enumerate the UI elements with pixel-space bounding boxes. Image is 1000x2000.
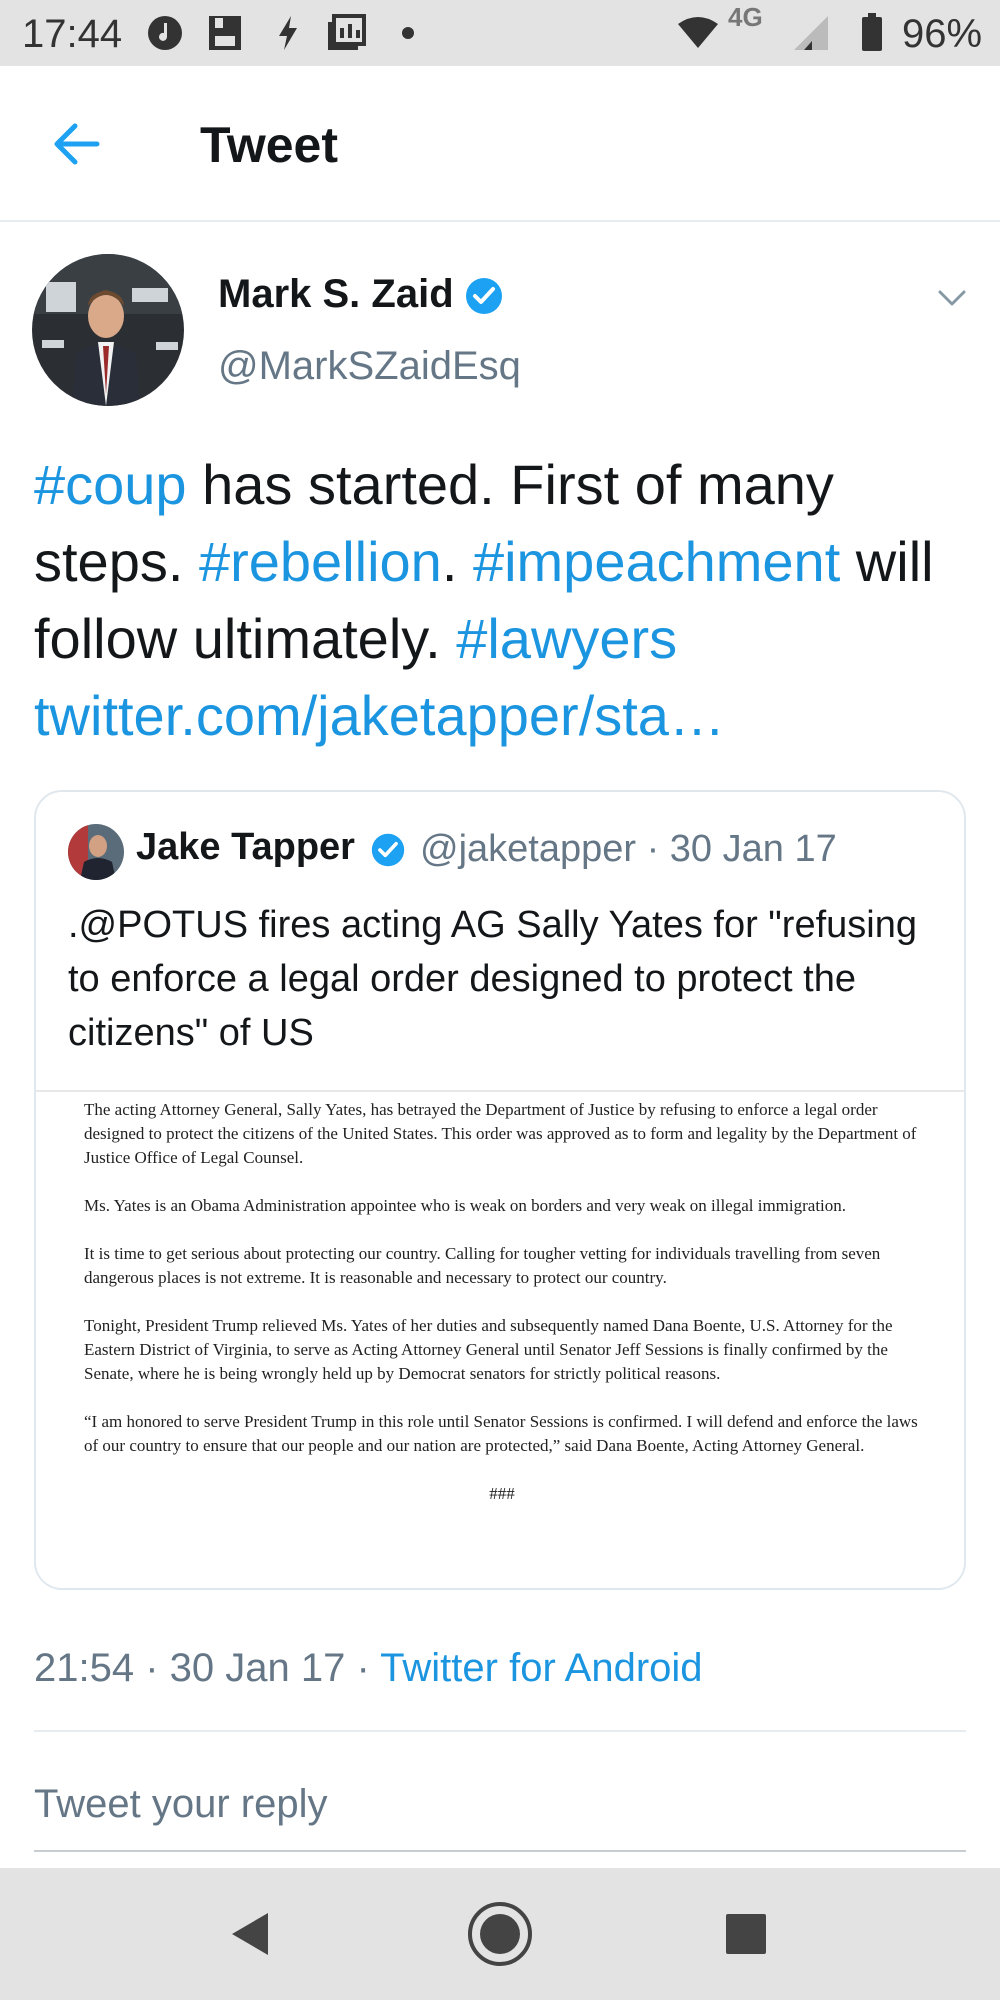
status-time: 17:44 xyxy=(22,12,123,56)
reply-input[interactable]: Tweet your reply xyxy=(34,1782,327,1827)
bolt-icon xyxy=(274,14,302,52)
tweet-source-link[interactable]: Twitter for Android xyxy=(380,1646,702,1690)
hashtag-link[interactable]: #rebellion xyxy=(199,530,442,593)
wifi-icon xyxy=(676,14,720,52)
chevron-down-icon[interactable] xyxy=(932,278,972,318)
url-link[interactable]: twitter.com/jaketapper/sta… xyxy=(34,684,725,747)
document-paragraph: The acting Attorney General, Sally Yates… xyxy=(84,1100,917,1167)
gallery-icon xyxy=(326,14,366,52)
document-paragraph: Ms. Yates is an Obama Administration app… xyxy=(84,1196,847,1215)
battery-icon xyxy=(858,13,886,52)
tweet-meta: 21:54 · 30 Jan 17 · Twitter for Android xyxy=(34,1646,703,1691)
system-nav-bar xyxy=(0,1868,1000,2000)
document-paragraph: “I am honored to serve President Trump i… xyxy=(84,1412,918,1455)
back-triangle-icon[interactable] xyxy=(214,1898,286,1970)
divider xyxy=(34,1850,966,1852)
home-circle-icon[interactable] xyxy=(464,1898,536,1970)
dot-icon xyxy=(400,14,416,52)
app-bar: Tweet xyxy=(0,66,1000,222)
tweet-text: #coup has started. First of many steps. … xyxy=(34,446,974,754)
quoted-tweet-card[interactable]: Jake Tapper @jaketapper · 30 Jan 17 .@PO… xyxy=(34,790,966,1590)
notification-icon xyxy=(146,14,184,52)
battery-percent: 96% xyxy=(902,12,983,56)
quoted-author-name: Jake Tapper xyxy=(136,826,355,868)
recents-square-icon[interactable] xyxy=(710,1898,782,1970)
verified-badge-icon xyxy=(370,832,406,868)
back-button[interactable] xyxy=(44,112,108,176)
save-icon xyxy=(206,14,244,52)
page-title: Tweet xyxy=(200,117,338,173)
author-handle[interactable]: @MarkSZaidEsq xyxy=(218,344,521,389)
hashtag-link[interactable]: #impeachment xyxy=(473,530,840,593)
document-paragraph: Tonight, President Trump relieved Ms. Ya… xyxy=(84,1316,893,1383)
signal-icon xyxy=(788,14,832,52)
hashtag-link[interactable]: #coup xyxy=(34,453,187,516)
quoted-document-image: The acting Attorney General, Sally Yates… xyxy=(36,1090,964,1588)
hashtag-link[interactable]: #lawyers xyxy=(456,607,677,670)
divider xyxy=(34,1730,966,1732)
quoted-author-avatar xyxy=(68,824,124,880)
quoted-text: .@POTUS fires acting AG Sally Yates for … xyxy=(68,904,917,1054)
quoted-meta: @jaketapper · 30 Jan 17 xyxy=(420,828,837,870)
tweet-timestamp: 21:54 · 30 Jan 17 · xyxy=(34,1646,381,1690)
status-bar: 17:44 4G 96% xyxy=(0,0,1000,66)
verified-badge-icon xyxy=(464,276,504,316)
document-paragraph: It is time to get serious about protecti… xyxy=(84,1244,881,1287)
author-name[interactable]: Mark S. Zaid xyxy=(218,272,454,317)
arrow-left-icon xyxy=(54,123,100,165)
document-end-mark: ### xyxy=(489,1484,515,1503)
author-avatar[interactable] xyxy=(32,254,184,406)
tweet-text-segment: . xyxy=(441,530,473,593)
network-type: 4G xyxy=(728,2,763,32)
